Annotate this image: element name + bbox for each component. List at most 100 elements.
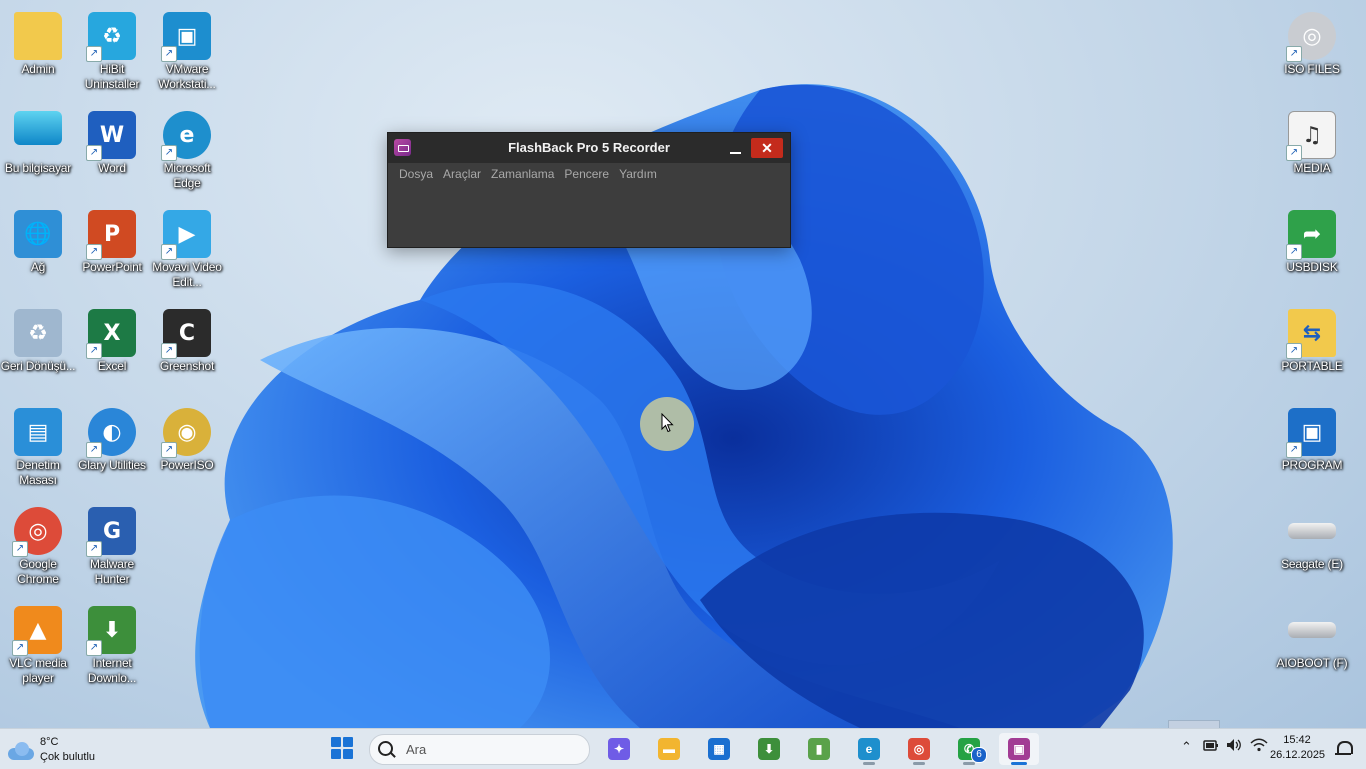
desktop-icon-a[interactable]: 🌐 Ağ [0,204,76,275]
menu-pencere[interactable]: Pencere [559,163,614,185]
desktop-icon-label: ISO FILES [1284,62,1340,76]
shortcut-arrow-icon: ↗ [161,145,177,161]
menu-araclar[interactable]: Araçlar [438,163,486,185]
desktop-icon-glary-utilities[interactable]: ◐ ↗ Glary Utilities [74,402,150,473]
shortcut-arrow-icon: ↗ [12,640,28,656]
desktop-icon-label: PROGRAM [1281,458,1343,472]
notification-bell-icon[interactable] [1335,741,1353,755]
desktop-icon-label: Bu bilgisayar [4,161,72,175]
desktop-icon-label: Ağ [30,260,46,274]
desktop-icon-google-chrome[interactable]: ◎ ↗ Google Chrome [0,501,76,587]
flashback-recorder-icon: ▣ [1008,738,1030,760]
minimize-button[interactable] [725,138,745,158]
shortcut-arrow-icon: ↗ [86,442,102,458]
shortcut-arrow-icon: ↗ [1286,244,1302,260]
weather-widget[interactable]: 8°C Çok bulutlu [8,735,95,765]
taskbar-app-chrome[interactable]: ◎ [899,733,939,765]
battery-icon[interactable] [1203,738,1219,755]
desktop-icon-microsoft-edge[interactable]: e ↗ Microsoft Edge [149,105,225,191]
volume-icon[interactable] [1226,738,1242,755]
desktop-icon-malware-hunter[interactable]: G ↗ Malware Hunter [74,501,150,587]
desktop-icon-movavi-video-edit[interactable]: ▶ ↗ Movavi Video Edit... [149,204,225,290]
desktop-icon-label: Greenshot [159,359,215,373]
shortcut-arrow-icon: ↗ [161,343,177,359]
desktop-icon-hibit-uninstaller[interactable]: ♻ ↗ HiBit Uninstaller [74,6,150,92]
close-button[interactable]: ✕ [751,138,783,158]
desktop-icon-usbdisk[interactable]: ➦ ↗ USBDISK [1274,204,1350,275]
desktop-icon-label: AIOBOOT (F) [1276,656,1348,670]
desktop-icon-label: VLC media player [9,656,67,685]
glary-icon: ◐ ↗ [86,408,136,458]
desktop-icon-label: Excel [97,359,127,373]
taskbar-app-flashback-recorder[interactable]: ▣ [999,733,1039,765]
network-icon-glyph: 🌐 [14,210,62,258]
taskbar-search-box[interactable]: Ara [369,734,590,765]
mouse-pointer-icon [661,413,674,433]
start-button[interactable] [331,737,353,759]
wifi-icon[interactable] [1250,738,1268,755]
desktop-icon-seagate-e[interactable]: Seagate (E) [1274,501,1350,572]
taskbar-app-microsoft-store[interactable]: ▦ [699,733,739,765]
running-indicator [963,762,975,765]
running-indicator [863,762,875,765]
taskbar-app-notepad-chart[interactable]: ▮ [799,733,839,765]
flashback-recorder-window[interactable]: FlashBack Pro 5 Recorder ✕ Dosya Araçlar… [387,132,791,248]
menu-yardim[interactable]: Yardım [614,163,662,185]
desktop-icon-geri-d-n[interactable]: ♻ Geri Dönüşü... [0,303,76,374]
desktop-icon-label: Movavi Video Edit... [152,260,222,289]
desktop-icon-label: Word [98,161,126,175]
taskbar-app-edge[interactable]: e [849,733,889,765]
desktop-icon-aioboot-f[interactable]: AIOBOOT (F) [1274,600,1350,671]
recycle-bin-icon-glyph: ♻ [14,309,62,357]
window-titlebar[interactable]: FlashBack Pro 5 Recorder ✕ [388,133,790,163]
chrome-icon: ◎ [908,738,930,760]
desktop-icon-admin[interactable]: Admin [0,6,76,77]
portable-folder-icon: ⇆ ↗ [1286,309,1336,359]
vlc-icon: ▲ ↗ [12,606,62,656]
desktop-icon-label: PORTABLE [1281,359,1343,373]
powerpoint-icon: P ↗ [86,210,136,260]
desktop-icon-iso-files[interactable]: ◎ ↗ ISO FILES [1274,6,1350,77]
shortcut-arrow-icon: ↗ [161,46,177,62]
desktop-icon-excel[interactable]: X ↗ Excel [74,303,150,374]
desktop-icon-portable[interactable]: ⇆ ↗ PORTABLE [1274,303,1350,374]
drive-icon [1288,606,1336,654]
desktop-icon-vlc-media-player[interactable]: ▲ ↗ VLC media player [0,600,76,686]
desktop-icon-vmware-workstati[interactable]: ▣ ↗ VMware Workstati... [149,6,225,92]
shortcut-arrow-icon: ↗ [86,46,102,62]
taskbar-app-internet-download-manager[interactable]: ⬇ [749,733,789,765]
menu-zamanlama[interactable]: Zamanlama [486,163,559,185]
recycle-bin-icon: ♻ [14,309,62,357]
taskbar-app-whatsapp[interactable]: ✆ 6 [949,733,989,765]
desktop-icon-denetim-masas[interactable]: ▤ Denetim Masası [0,402,76,488]
copilot-icon: ✦ [608,738,630,760]
menu-dosya[interactable]: Dosya [394,163,438,185]
desktop-icon-powerpoint[interactable]: P ↗ PowerPoint [74,204,150,275]
shortcut-arrow-icon: ↗ [86,244,102,260]
desktop-icon-label: Microsoft Edge [163,161,211,190]
menu-bar: Dosya Araçlar Zamanlama Pencere Yardım [388,163,790,185]
desktop-icon-label: Glary Utilities [78,458,146,472]
taskbar-app-copilot[interactable]: ✦ [599,733,639,765]
show-hidden-icons-chevron-icon[interactable]: ⌃ [1181,739,1192,755]
shortcut-arrow-icon: ↗ [1286,145,1302,161]
desktop-icon-internet-downlo[interactable]: ⬇ ↗ Internet Downlo... [74,600,150,686]
desktop-icon-label: Seagate (E) [1281,557,1343,571]
desktop-icon-bu-bilgisayar[interactable]: Bu bilgisayar [0,105,76,176]
desktop-icon-word[interactable]: W ↗ Word [74,105,150,176]
control-panel-icon-glyph: ▤ [14,408,62,456]
desktop-icon-media[interactable]: ♫ ↗ MEDIA [1274,105,1350,176]
desktop-icon-label: VMware Workstati... [158,62,216,91]
shortcut-arrow-icon: ↗ [86,343,102,359]
system-clock[interactable]: 15:42 26.12.2025 [1270,733,1325,763]
taskbar-app-file-explorer[interactable]: ▬ [649,733,689,765]
control-panel-icon: ▤ [14,408,62,456]
notification-badge: 6 [971,747,987,763]
desktop-icon-greenshot[interactable]: C ↗ Greenshot [149,303,225,374]
excel-icon: X ↗ [86,309,136,359]
shortcut-arrow-icon: ↗ [86,145,102,161]
desktop-icon-poweriso[interactable]: ◉ ↗ PowerISO [149,402,225,473]
drive-icon-glyph [1288,622,1336,638]
desktop-icon-program[interactable]: ▣ ↗ PROGRAM [1274,402,1350,473]
shortcut-arrow-icon: ↗ [86,541,102,557]
